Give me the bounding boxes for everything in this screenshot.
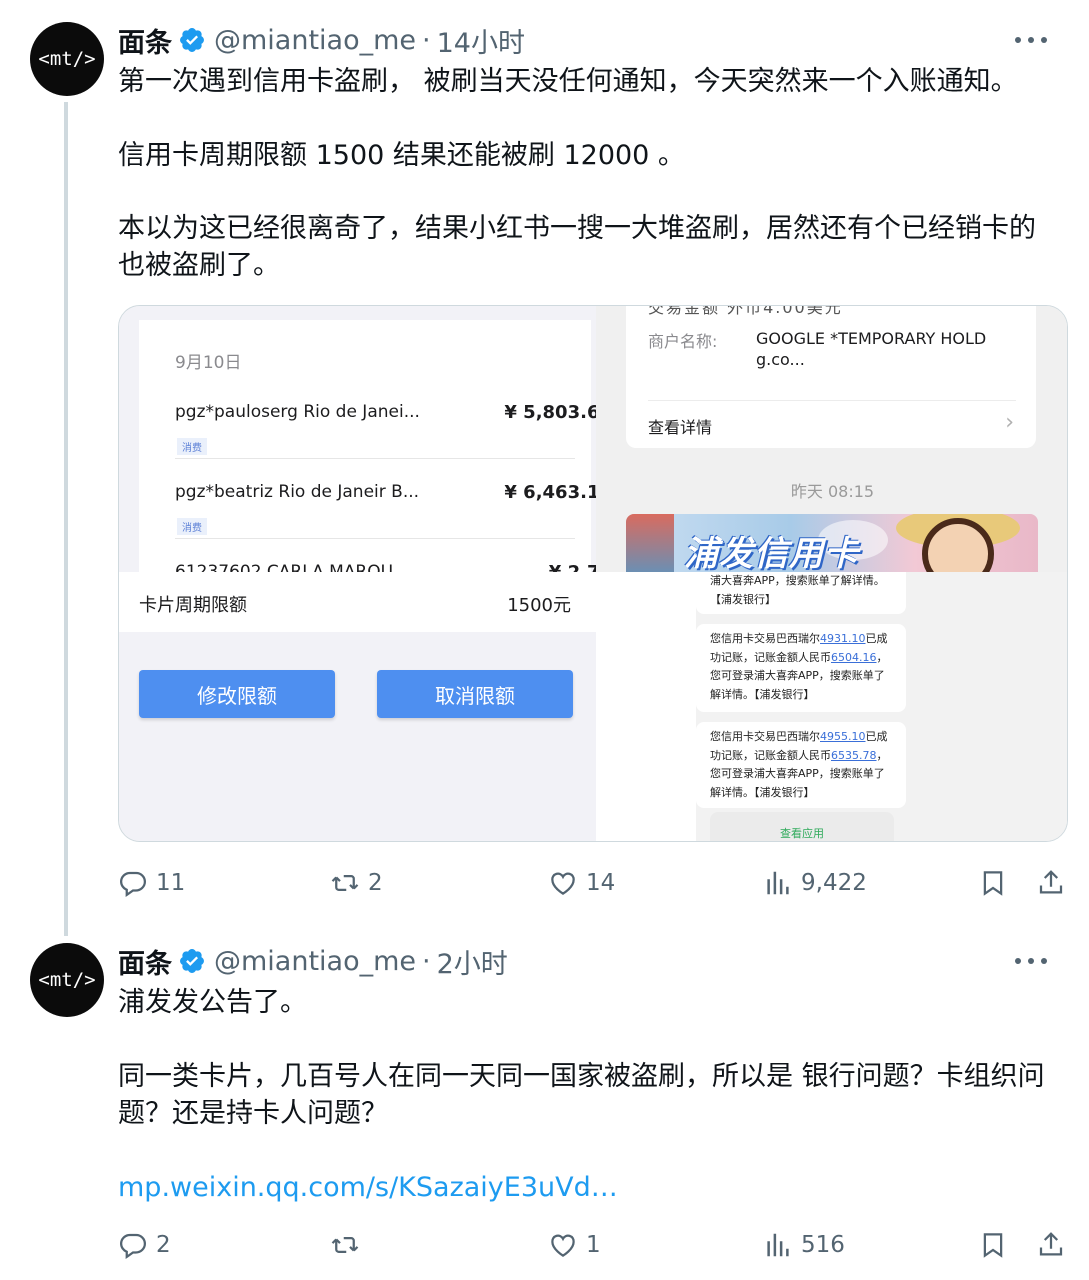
tweet-text-line: 同一类卡片，几百号人在同一天同一国家被盗刷，所以是 银行问题？卡组织问: [118, 1061, 1045, 1092]
retweet-icon: [331, 875, 359, 891]
message-time: 昨天 08:15: [790, 482, 875, 501]
tweet-media[interactable]: 9月10日 pgz*pauloserg Rio de Janei... ¥ 5,…: [118, 305, 1068, 842]
retweet-button[interactable]: 2: [330, 863, 383, 903]
bookmark-button[interactable]: [978, 1225, 1008, 1265]
retweet-icon: [331, 1237, 359, 1253]
bookmark-icon: [983, 1233, 1003, 1258]
notification-area: 交易金额 外币4.00美元 商户名称: GOOGLE *TEMPORARY HO…: [596, 306, 1067, 572]
sms-text: 浦大喜奔APP，搜索账单了解详情。【浦发银行】: [710, 574, 885, 606]
timestamp[interactable]: 2小时: [437, 942, 508, 981]
merchant-name: pgz*pauloserg Rio de Janei...: [175, 402, 420, 422]
divider: [648, 400, 1016, 401]
view-count: 516: [801, 1232, 845, 1258]
reply-button[interactable]: 11: [118, 863, 185, 903]
sms-screenshot: 交易金额 外币4.00美元 商户名称: GOOGLE *TEMPORARY HO…: [596, 306, 1067, 841]
reply-icon: [119, 1233, 147, 1260]
reply-count: 11: [156, 870, 186, 896]
promo-banner: 浦发信用卡: [626, 514, 1038, 572]
share-icon: [1039, 1232, 1063, 1256]
views-button[interactable]: 9,422: [763, 863, 867, 903]
views-button[interactable]: 516: [763, 1225, 845, 1265]
separator: ·: [422, 24, 431, 56]
transaction-date: 9月10日: [175, 353, 242, 373]
merchant-label: 商户名称:: [648, 332, 718, 351]
sms-bubble: 您信用卡交易巴西瑞尔4931.10已成功记账，记账金额人民币6504.16，您可…: [696, 624, 906, 712]
tweet-actions: 2 1 516: [118, 1225, 1070, 1265]
divider: [175, 458, 575, 459]
transaction-tag: 消费: [177, 518, 207, 535]
view-app-button: 查看应用: [710, 812, 894, 841]
like-count: 1: [586, 1232, 601, 1258]
tweet-actions: 11 2 14 9,422: [118, 863, 1070, 903]
transaction-tag: 消费: [177, 438, 207, 455]
chevron-right-icon: ›: [1005, 410, 1014, 435]
modify-limit-button: 修改限额: [139, 670, 335, 718]
bookmark-button[interactable]: [978, 863, 1008, 903]
share-icon: [1039, 870, 1063, 894]
limit-label: 卡片周期限额: [139, 595, 247, 616]
transaction-detail-card: 交易金额 外币4.00美元 商户名称: GOOGLE *TEMPORARY HO…: [626, 306, 1036, 448]
more-icon[interactable]: [1015, 951, 1047, 971]
retweet-button[interactable]: [330, 1225, 368, 1265]
bookmark-icon: [983, 871, 1003, 896]
separator: ·: [422, 945, 431, 977]
thread-line: [64, 102, 68, 936]
verified-badge-icon: [180, 28, 204, 52]
tweet-header: 面条 @miantiao_me · 2小时: [118, 941, 1069, 981]
like-count: 14: [586, 870, 616, 896]
views-icon: [767, 1233, 789, 1257]
retweet-count: 2: [368, 870, 383, 896]
sms-text: 您信用卡交易巴西瑞尔: [710, 730, 820, 743]
sms-foreign-amount: 4931.10: [820, 632, 866, 645]
more-icon[interactable]: [1015, 30, 1047, 50]
views-icon: [767, 871, 789, 895]
avatar[interactable]: <mt/>: [30, 22, 104, 96]
banner-building: [626, 514, 674, 572]
divider: [175, 538, 575, 539]
view-details-link: 查看详情: [648, 418, 713, 437]
display-name[interactable]: 面条: [118, 942, 172, 981]
sms-foreign-amount: 4955.10: [820, 730, 866, 743]
display-name[interactable]: 面条: [118, 21, 172, 60]
merchant-value: GOOGLE *TEMPORARY HOLD g.co...: [756, 329, 987, 369]
sms-bubble: 浦大喜奔APP，搜索账单了解详情。【浦发银行】: [696, 572, 906, 614]
tweet-text-line: 题？还是持卡人问题？: [118, 1098, 388, 1129]
sms-bubble: 您信用卡交易巴西瑞尔4955.10已成功记账，记账金额人民币6535.78，您可…: [696, 722, 906, 808]
sms-gutter: [596, 572, 696, 841]
cropped-amount-line: 交易金额 外币4.00美元: [648, 305, 843, 317]
cancel-limit-button: 取消限额: [377, 670, 573, 718]
tweet-text-line: 也被盗刷了。: [118, 250, 280, 281]
tweet-text-line: 信用卡周期限额 1500 结果还能被刷 12000 。: [118, 140, 685, 171]
transactions-card: 9月10日 pgz*pauloserg Rio de Janei... ¥ 5,…: [139, 320, 612, 583]
limit-value: 1500元: [507, 595, 571, 616]
share-button[interactable]: [1036, 863, 1066, 903]
tweet-text-line: 本以为这已经很离奇了，结果小红书一搜一大堆盗刷，居然还有个已经销卡的: [118, 213, 1036, 244]
merchant-name: pgz*beatriz Rio de Janeir B...: [175, 482, 420, 502]
article-link[interactable]: mp.weixin.qq.com/s/KSazaiyE3uVd…: [118, 1169, 1068, 1206]
like-icon: [551, 872, 575, 895]
reply-icon: [119, 871, 147, 898]
like-button[interactable]: 14: [548, 863, 615, 903]
sms-cny-amount: 6504.16: [831, 650, 877, 664]
handle[interactable]: @miantiao_me: [214, 946, 416, 977]
tweet-header: 面条 @miantiao_me · 14小时: [118, 20, 1069, 60]
share-button[interactable]: [1036, 1225, 1066, 1265]
sms-text: 您信用卡交易巴西瑞尔: [710, 632, 820, 645]
card-limit-row: 卡片周期限额 1500元: [119, 572, 591, 632]
like-icon: [551, 1234, 575, 1257]
reply-count: 2: [156, 1232, 171, 1258]
reply-button[interactable]: 2: [118, 1225, 171, 1265]
timestamp[interactable]: 14小时: [437, 21, 525, 60]
tweet-text-line: 第一次遇到信用卡盗刷， 被刷当天没任何通知，今天突然来一个入账通知。: [118, 66, 1018, 97]
view-count: 9,422: [801, 870, 867, 896]
sms-thread: 浦大喜奔APP，搜索账单了解详情。【浦发银行】 您信用卡交易巴西瑞尔4931.1…: [596, 572, 1067, 841]
tweet-text-line: 浦发发公告了。: [118, 987, 307, 1018]
avatar[interactable]: <mt/>: [30, 943, 104, 1017]
banner-title: 浦发信用卡: [684, 534, 859, 572]
like-button[interactable]: 1: [548, 1225, 601, 1265]
handle[interactable]: @miantiao_me: [214, 25, 416, 56]
verified-badge-icon: [180, 949, 204, 973]
sms-cny-amount: 6535.78: [831, 748, 877, 762]
